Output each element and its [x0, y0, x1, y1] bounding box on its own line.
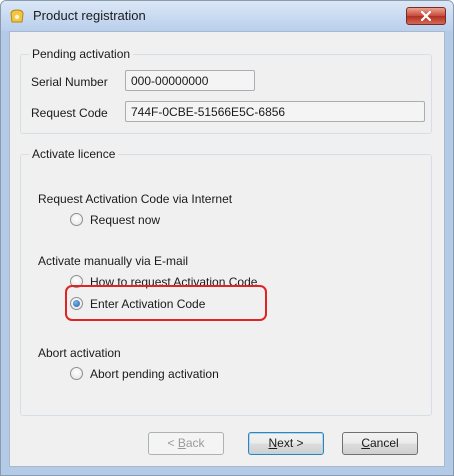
back-button-rest: ack	[185, 436, 205, 450]
serial-number-label: Serial Number	[31, 75, 108, 89]
dialog-client-area: Pending activation Serial Number 000-000…	[9, 31, 445, 467]
title-bar[interactable]: Product registration	[1, 1, 453, 31]
next-button-accel: N	[268, 436, 278, 450]
serial-number-field[interactable]: 000-00000000	[125, 70, 255, 91]
cancel-button[interactable]: Cancel	[342, 432, 418, 455]
close-icon	[421, 11, 431, 21]
app-icon	[10, 9, 24, 23]
cancel-button-accel: C	[361, 436, 370, 450]
back-button-prefix: <	[167, 436, 178, 450]
next-button[interactable]: Next >	[248, 432, 324, 455]
email-heading: Activate manually via E-mail	[38, 254, 189, 268]
radio-abort-pending[interactable]: Abort pending activation	[70, 366, 270, 382]
abort-heading: Abort activation	[38, 346, 121, 360]
pending-activation-group: Pending activation Serial Number 000-000…	[20, 47, 432, 134]
window-title: Product registration	[33, 8, 146, 23]
radio-enter-activation-code-label: Enter Activation Code	[90, 297, 206, 311]
pending-activation-legend: Pending activation	[29, 47, 134, 61]
next-button-rest: ext >	[277, 436, 304, 450]
radio-request-now-label: Request now	[90, 213, 161, 227]
cancel-button-rest: ancel	[369, 436, 399, 450]
radio-enter-activation-code-circle[interactable]	[70, 297, 83, 310]
request-code-label: Request Code	[31, 106, 108, 120]
radio-enter-activation-code[interactable]: Enter Activation Code	[70, 296, 250, 312]
close-button[interactable]	[406, 7, 446, 25]
back-button-accel: B	[177, 436, 186, 450]
back-button[interactable]: < Back	[148, 432, 224, 455]
radio-request-now[interactable]: Request now	[70, 212, 230, 228]
request-code-field[interactable]: 744F-0CBE-51566E5C-6856	[125, 101, 425, 122]
internet-heading: Request Activation Code via Internet	[38, 192, 233, 206]
radio-request-now-circle[interactable]	[70, 213, 83, 226]
radio-abort-pending-circle[interactable]	[70, 367, 83, 380]
activate-licence-legend: Activate licence	[29, 147, 119, 161]
product-registration-dialog: Product registration Pending activation …	[0, 0, 454, 476]
radio-abort-pending-label: Abort pending activation	[90, 367, 219, 381]
